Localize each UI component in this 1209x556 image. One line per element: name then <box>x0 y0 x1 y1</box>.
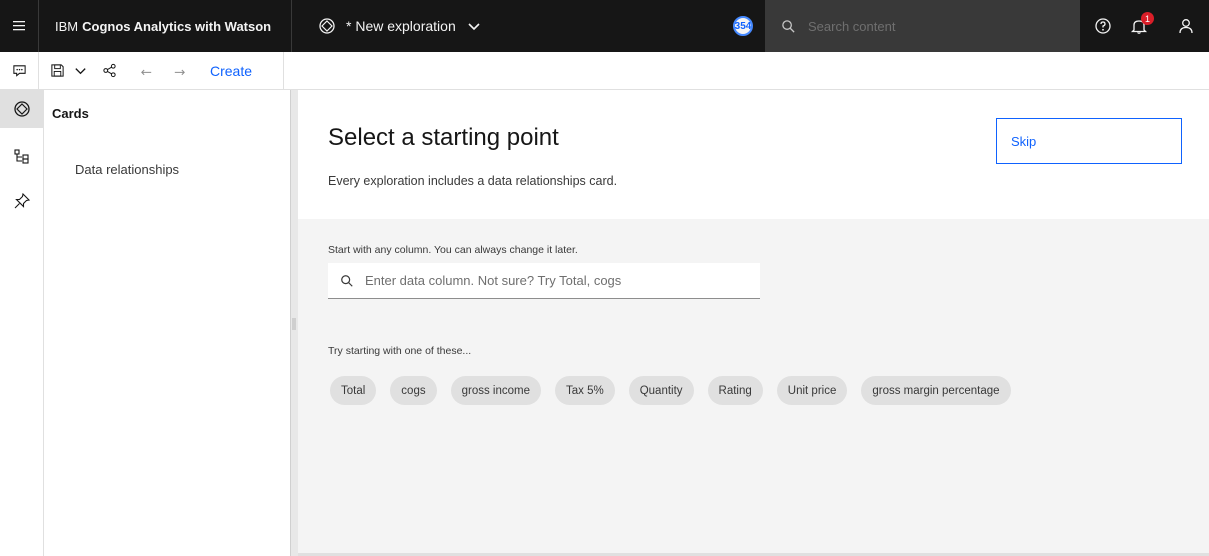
menu-button[interactable] <box>0 0 38 52</box>
undo-icon <box>140 69 151 76</box>
starting-point-header: Select a starting point Every exploratio… <box>298 90 1209 219</box>
create-link[interactable]: Create <box>210 52 252 89</box>
brand-name: Cognos Analytics with Watson <box>82 18 272 34</box>
exploration-icon <box>318 17 336 35</box>
search-icon <box>341 274 353 287</box>
suggestion-chips: Total cogs gross income Tax 5% Quantity … <box>330 376 1011 405</box>
notification-count: 1 <box>1141 12 1154 25</box>
splitter-handle[interactable] <box>292 318 296 330</box>
search-icon <box>782 19 795 33</box>
chip-quantity[interactable]: Quantity <box>628 376 694 405</box>
undo-button[interactable] <box>135 52 157 89</box>
redo-icon <box>174 69 185 76</box>
rail-item-data-relationships[interactable] <box>0 138 43 176</box>
save-options-dropdown[interactable] <box>70 52 90 89</box>
card-item-data-relationships[interactable]: Data relationships <box>75 162 179 177</box>
column-search <box>328 263 760 299</box>
chip-gross-income[interactable]: gross income <box>450 376 541 405</box>
comment-button[interactable] <box>0 52 38 89</box>
redo-button[interactable] <box>168 52 190 89</box>
chip-total[interactable]: Total <box>330 376 377 405</box>
chip-tax-5[interactable]: Tax 5% <box>554 376 615 405</box>
user-button[interactable] <box>1168 0 1204 52</box>
starting-point-body: Start with any column. You can always ch… <box>298 219 1209 556</box>
search-input[interactable] <box>808 18 1068 34</box>
skip-button[interactable]: Skip <box>996 118 1182 164</box>
exploration-icon <box>13 101 30 117</box>
help-button[interactable] <box>1085 0 1121 52</box>
product-name[interactable]: IBM Cognos Analytics with Watson <box>38 0 292 52</box>
suggestions-label: Try starting with one of these... <box>328 345 472 357</box>
user-icon <box>1179 19 1193 34</box>
share-icon <box>102 63 116 78</box>
page-title: Select a starting point <box>328 124 559 151</box>
menu-icon <box>13 21 25 31</box>
chip-gross-margin-percentage[interactable]: gross margin percentage <box>861 376 1011 405</box>
help-icon <box>1095 18 1111 34</box>
save-icon <box>50 64 64 77</box>
exploration-title: * New exploration <box>346 18 456 34</box>
save-button[interactable] <box>46 52 68 89</box>
chevron-down-icon <box>74 68 86 75</box>
panel-title: Cards <box>52 106 89 121</box>
left-rail <box>0 90 44 556</box>
action-toolbar: Create <box>0 52 1209 90</box>
chip-cogs[interactable]: cogs <box>390 376 437 405</box>
asset-count-badge[interactable]: 354 <box>733 16 753 36</box>
chip-rating[interactable]: Rating <box>707 376 763 405</box>
top-header: IBM Cognos Analytics with Watson * New e… <box>0 0 1209 52</box>
chip-unit-price[interactable]: Unit price <box>776 376 848 405</box>
rail-item-cards[interactable] <box>0 90 43 128</box>
comment-icon <box>12 65 26 77</box>
column-search-input[interactable] <box>365 273 745 288</box>
notifications-button[interactable]: 1 <box>1121 0 1157 52</box>
pin-icon <box>14 192 30 209</box>
page-subtitle: Every exploration includes a data relati… <box>328 174 618 188</box>
column-hint: Start with any column. You can always ch… <box>328 244 578 256</box>
data-relationships-icon <box>13 149 29 164</box>
rail-item-pins[interactable] <box>0 182 43 220</box>
chevron-down-icon <box>466 18 482 34</box>
cards-panel: Cards Data relationships <box>44 90 290 556</box>
content-search <box>765 0 1080 52</box>
brand-prefix: IBM <box>55 18 79 34</box>
share-button[interactable] <box>97 52 121 89</box>
exploration-switcher[interactable]: * New exploration <box>318 0 482 52</box>
